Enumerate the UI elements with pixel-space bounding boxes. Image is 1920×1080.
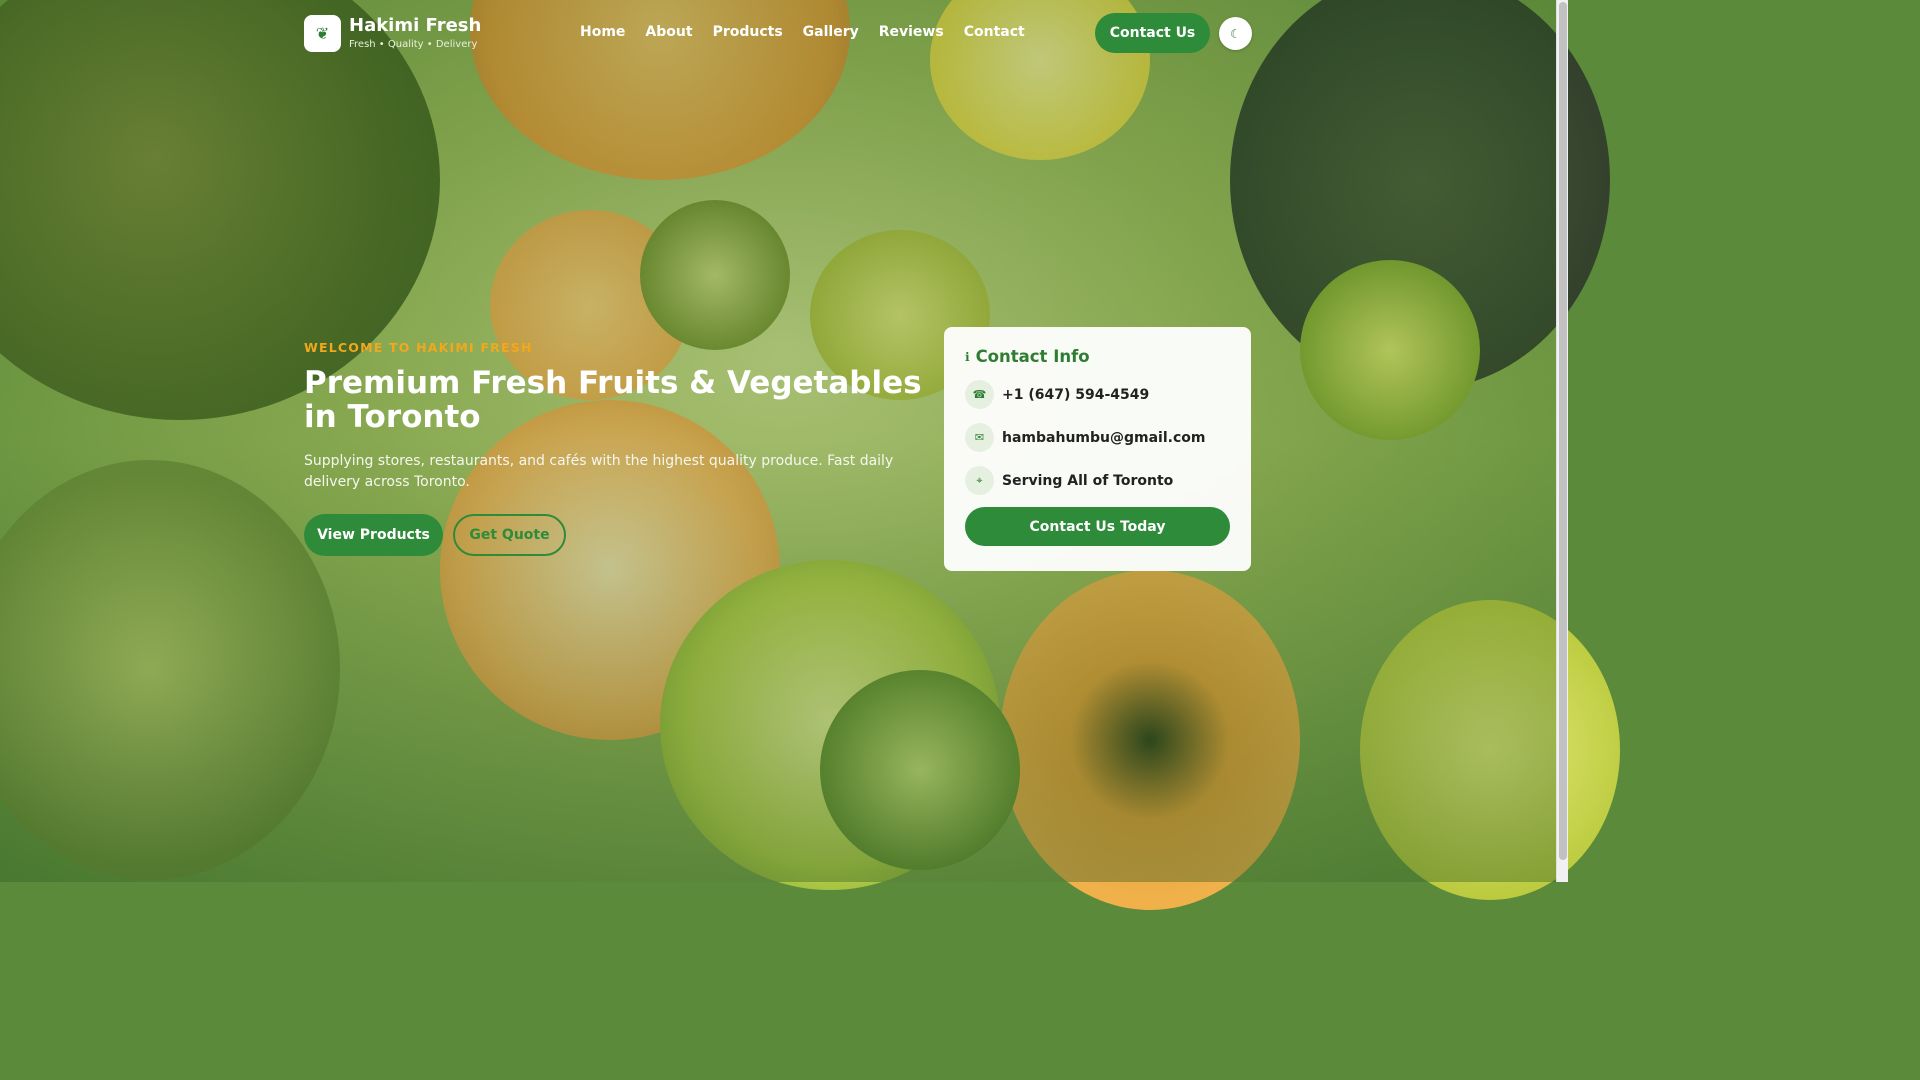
contact-us-button[interactable]: Contact Us (1095, 13, 1210, 53)
main-nav: Home About Products Gallery Reviews Cont… (580, 24, 1025, 40)
theme-toggle-icon: ☾ (1230, 26, 1241, 41)
phone-icon: ☎ (965, 380, 994, 409)
leaf-icon: ❦ (315, 23, 330, 43)
theme-toggle-button[interactable]: ☾ (1219, 17, 1252, 50)
nav-item-products[interactable]: Products (713, 24, 783, 40)
contact-row-phone[interactable]: ☎ +1 (647) 594-4549 (965, 380, 1230, 409)
nav-item-home[interactable]: Home (580, 24, 625, 40)
contact-phone[interactable]: +1 (647) 594-4549 (1002, 387, 1149, 403)
nav-item-reviews[interactable]: Reviews (879, 24, 944, 40)
contact-row-area: ⌖ Serving All of Toronto (965, 466, 1230, 495)
contact-row-email[interactable]: ✉ hambahumbu@gmail.com (965, 423, 1230, 452)
brand-tagline: Fresh • Quality • Delivery (349, 38, 478, 50)
nav-item-contact[interactable]: Contact (964, 24, 1025, 40)
contact-info-card: ℹ Contact Info ☎ +1 (647) 594-4549 ✉ ham… (944, 327, 1251, 571)
get-quote-button[interactable]: Get Quote (453, 514, 566, 556)
site-header: ❦ Hakimi Fresh Fresh • Quality • Deliver… (304, 12, 1252, 54)
contact-area: Serving All of Toronto (1002, 472, 1174, 489)
contact-card-title-text: Contact Info (975, 347, 1090, 366)
nav-item-gallery[interactable]: Gallery (803, 24, 859, 40)
hero-subtitle: Supplying stores, restaurants, and cafés… (304, 453, 894, 490)
brand-name: Hakimi Fresh (349, 14, 482, 36)
brand[interactable]: Hakimi Fresh Fresh • Quality • Delivery (349, 15, 481, 52)
hero-section: WELCOME TO HAKIMI FRESH Premium Fresh Fr… (304, 340, 924, 556)
hero-title: Premium Fresh Fruits & Vegetables in Tor… (304, 365, 922, 435)
contact-us-today-button[interactable]: Contact Us Today (965, 507, 1230, 546)
map-pin-icon: ⌖ (965, 466, 994, 495)
page-scrollbar[interactable] (1556, 0, 1568, 882)
info-icon: ℹ (965, 349, 970, 364)
contact-email[interactable]: hambahumbu@gmail.com (1002, 430, 1205, 446)
logo[interactable]: ❦ (304, 14, 341, 52)
nav-item-about[interactable]: About (645, 24, 692, 40)
hero-buttons: View Products Get Quote (304, 514, 924, 556)
mail-icon: ✉ (965, 423, 994, 452)
hero-eyebrow: WELCOME TO HAKIMI FRESH (304, 340, 533, 355)
contact-card-title: ℹ Contact Info (965, 347, 1230, 366)
scrollbar-thumb[interactable] (1559, 2, 1567, 860)
view-products-button[interactable]: View Products (304, 514, 443, 556)
